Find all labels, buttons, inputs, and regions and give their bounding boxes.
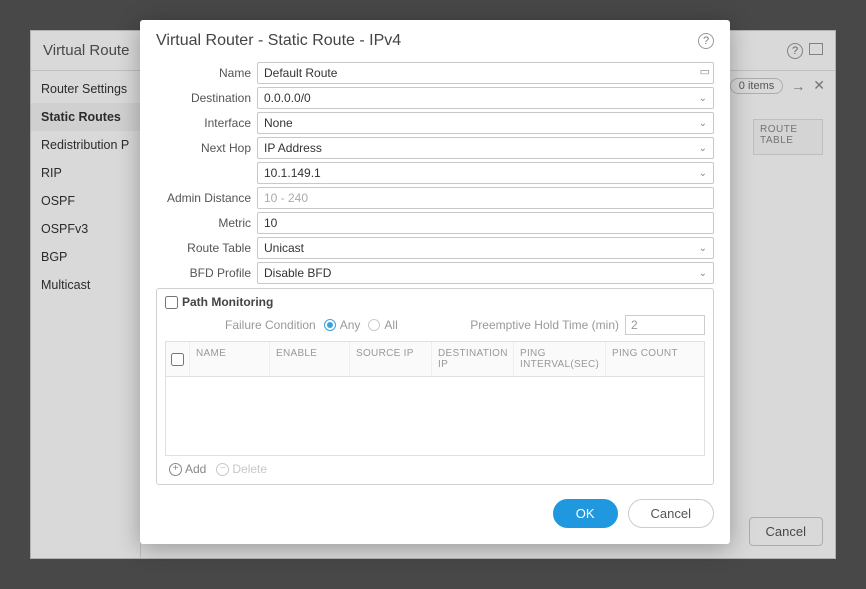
row-rtable: Route Table Unicast ⌄ bbox=[156, 237, 714, 259]
modal-help-icon[interactable]: ? bbox=[698, 33, 714, 49]
nexthop-type-value: IP Address bbox=[264, 141, 322, 155]
pm-table-head: NAME ENABLE SOURCE IP DESTINATION IP PIN… bbox=[166, 342, 704, 377]
pm-col-enable: ENABLE bbox=[270, 342, 350, 376]
pm-col-source-ip: SOURCE IP bbox=[350, 342, 432, 376]
label-admin: Admin Distance bbox=[156, 191, 257, 205]
interface-select[interactable]: None ⌄ bbox=[257, 112, 714, 134]
label-name: Name bbox=[156, 66, 257, 80]
modal-title: Virtual Router - Static Route - IPv4 bbox=[156, 32, 401, 50]
label-metric: Metric bbox=[156, 216, 257, 230]
pm-col-name: NAME bbox=[190, 342, 270, 376]
failure-condition-label: Failure Condition bbox=[225, 318, 316, 332]
bfd-profile-value: Disable BFD bbox=[264, 266, 331, 280]
cancel-button[interactable]: Cancel bbox=[628, 499, 714, 528]
path-monitoring-fieldset: Path Monitoring Failure Condition Any Al… bbox=[156, 288, 714, 485]
pm-title-row: Path Monitoring bbox=[165, 295, 705, 309]
chevron-down-icon: ⌄ bbox=[699, 118, 707, 129]
ok-button[interactable]: OK bbox=[553, 499, 618, 528]
modal-body: Name ▭ Destination 0.0.0.0/0 ⌄ Interface… bbox=[140, 58, 730, 485]
label-nexthop: Next Hop bbox=[156, 141, 257, 155]
name-clear-icon[interactable]: ▭ bbox=[700, 65, 710, 78]
name-input-wrap: ▭ bbox=[257, 62, 714, 84]
row-destination: Destination 0.0.0.0/0 ⌄ bbox=[156, 87, 714, 109]
pm-table: NAME ENABLE SOURCE IP DESTINATION IP PIN… bbox=[165, 341, 705, 456]
radio-off-icon bbox=[368, 319, 380, 331]
pm-col-checkbox bbox=[166, 342, 190, 376]
modal-header: Virtual Router - Static Route - IPv4 ? bbox=[140, 20, 730, 58]
all-label: All bbox=[384, 318, 397, 332]
pm-footer: + Add − Delete bbox=[165, 456, 705, 476]
metric-input[interactable] bbox=[257, 212, 714, 234]
label-bfd: BFD Profile bbox=[156, 266, 257, 280]
minus-icon: − bbox=[216, 463, 229, 476]
plus-icon: + bbox=[169, 463, 182, 476]
name-input[interactable] bbox=[257, 62, 714, 84]
failure-any-radio[interactable]: Any bbox=[324, 318, 361, 332]
row-interface: Interface None ⌄ bbox=[156, 112, 714, 134]
modal-footer: OK Cancel bbox=[140, 485, 730, 528]
pm-col-ping-interval: PING INTERVAL(SEC) bbox=[514, 342, 606, 376]
nexthop-value: 10.1.149.1 bbox=[264, 166, 321, 180]
pm-title: Path Monitoring bbox=[182, 295, 273, 309]
row-name: Name ▭ bbox=[156, 62, 714, 84]
static-route-modal: Virtual Router - Static Route - IPv4 ? N… bbox=[140, 20, 730, 544]
label-interface: Interface bbox=[156, 116, 257, 130]
any-label: Any bbox=[340, 318, 361, 332]
row-nexthop-value: 10.1.149.1 ⌄ bbox=[156, 162, 714, 184]
pm-add-button[interactable]: + Add bbox=[169, 462, 206, 476]
interface-value: None bbox=[264, 116, 293, 130]
failure-all-radio[interactable]: All bbox=[368, 318, 397, 332]
pm-controls: Failure Condition Any All Preemptive Hol… bbox=[165, 315, 705, 335]
hold-label: Preemptive Hold Time (min) bbox=[470, 318, 619, 332]
row-metric: Metric bbox=[156, 212, 714, 234]
add-label: Add bbox=[185, 462, 206, 476]
destination-value: 0.0.0.0/0 bbox=[264, 91, 311, 105]
nexthop-type-select[interactable]: IP Address ⌄ bbox=[257, 137, 714, 159]
route-table-select[interactable]: Unicast ⌄ bbox=[257, 237, 714, 259]
pm-select-all-checkbox[interactable] bbox=[171, 353, 184, 366]
chevron-down-icon: ⌄ bbox=[699, 143, 707, 154]
destination-select[interactable]: 0.0.0.0/0 ⌄ bbox=[257, 87, 714, 109]
pm-col-destination-ip: DESTINATION IP bbox=[432, 342, 514, 376]
bfd-profile-select[interactable]: Disable BFD ⌄ bbox=[257, 262, 714, 284]
path-monitoring-checkbox[interactable] bbox=[165, 296, 178, 309]
delete-label: Delete bbox=[232, 462, 267, 476]
row-nexthop: Next Hop IP Address ⌄ bbox=[156, 137, 714, 159]
hold-time-input[interactable] bbox=[625, 315, 705, 335]
radio-on-icon bbox=[324, 319, 336, 331]
pm-delete-button[interactable]: − Delete bbox=[216, 462, 267, 476]
label-rtable: Route Table bbox=[156, 241, 257, 255]
admin-distance-input[interactable] bbox=[257, 187, 714, 209]
row-admin: Admin Distance bbox=[156, 187, 714, 209]
nexthop-value-select[interactable]: 10.1.149.1 ⌄ bbox=[257, 162, 714, 184]
pm-table-body bbox=[166, 377, 704, 455]
pm-hold-wrap: Preemptive Hold Time (min) bbox=[470, 315, 705, 335]
chevron-down-icon: ⌄ bbox=[699, 168, 707, 179]
pm-col-ping-count: PING COUNT bbox=[606, 342, 704, 376]
row-bfd: BFD Profile Disable BFD ⌄ bbox=[156, 262, 714, 284]
route-table-value: Unicast bbox=[264, 241, 304, 255]
label-destination: Destination bbox=[156, 91, 257, 105]
chevron-down-icon: ⌄ bbox=[699, 268, 707, 279]
chevron-down-icon: ⌄ bbox=[699, 243, 707, 254]
chevron-down-icon: ⌄ bbox=[699, 93, 707, 104]
